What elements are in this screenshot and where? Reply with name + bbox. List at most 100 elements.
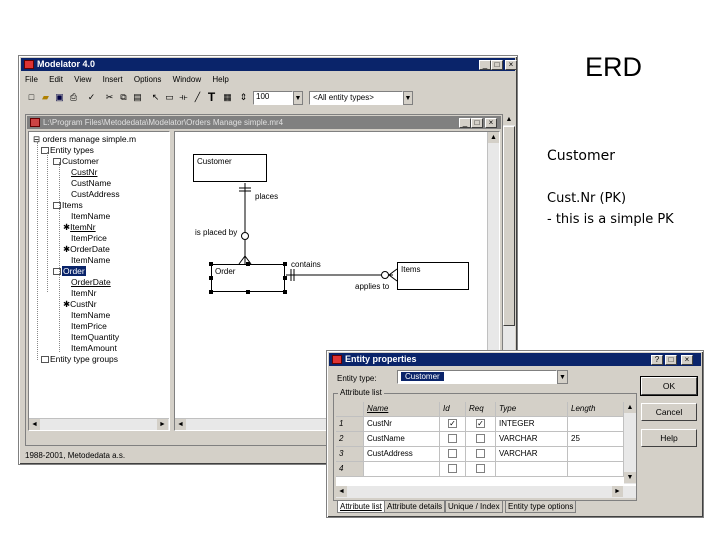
id-checkbox[interactable] [448,449,457,459]
attr-name-cell[interactable] [364,462,440,477]
attr-type-cell[interactable]: INTEGER [496,417,568,432]
entity-filter-select[interactable]: <All entity types> [309,91,403,105]
tree-root[interactable]: ⊟ orders manage simple.m [33,134,136,145]
selection-handle[interactable] [246,290,250,294]
copy-icon[interactable]: ⧉ [117,91,130,104]
grid-vscrollbar[interactable]: ▲ ▼ [624,402,636,484]
attr-req-cell[interactable] [466,432,496,447]
tree-attr[interactable]: ItemName [71,255,110,265]
id-checkbox[interactable] [448,464,457,474]
maximize-button[interactable]: □ [491,60,503,70]
tree-attr[interactable]: ItemName [71,211,110,221]
scroll-thumb[interactable] [503,126,515,326]
selection-handle[interactable] [209,276,213,280]
menu-window[interactable]: Window [173,75,201,84]
tree-attr[interactable]: ItemName [71,310,110,320]
attr-id-cell[interactable] [440,462,466,477]
req-checkbox[interactable] [476,449,485,459]
attr-name-cell[interactable]: CustAddress [364,447,440,462]
attr-name-cell[interactable]: CustName [364,432,440,447]
id-checkbox[interactable]: ✓ [448,419,457,429]
tab-entity-type-options[interactable]: Entity type options [505,501,577,513]
tree-attr[interactable]: ItemNr [71,288,97,298]
attr-length-cell[interactable] [568,462,624,477]
doc-minimize-button[interactable]: _ [459,118,471,128]
dialog-close-button[interactable]: × [681,355,693,365]
tree-attr[interactable]: ✱OrderDate [63,244,110,255]
tree-items[interactable]: Items [53,200,83,210]
tree-attr[interactable]: CustNr [71,167,97,177]
text-tool-icon[interactable]: T [205,91,218,104]
tree-attr[interactable]: ItemPrice [71,233,107,243]
col-header-length[interactable]: Length [568,402,624,417]
relationship-tool-icon[interactable]: ⟛ [177,91,190,104]
scroll-down-icon[interactable]: ▼ [624,472,636,483]
tree-attr[interactable]: CustName [71,178,111,188]
scroll-up-icon[interactable]: ▲ [488,132,499,143]
tree-attr[interactable]: ItemAmount [71,343,117,353]
entity-type-select[interactable]: Customer [397,370,557,384]
tree-groups[interactable]: Entity type groups [41,354,118,364]
ok-button[interactable]: OK [640,376,698,396]
scroll-right-icon[interactable]: ► [612,486,623,497]
tree-attr[interactable]: ✱ItemNr [63,222,96,233]
attr-length-cell[interactable]: 25 [568,432,624,447]
menu-edit[interactable]: Edit [49,75,63,84]
entity-tool-icon[interactable]: ▭ [163,91,176,104]
dialog-maximize-button[interactable]: □ [665,355,677,365]
menu-help[interactable]: Help [212,75,228,84]
image-tool-icon[interactable]: ▦ [221,91,234,104]
selection-handle[interactable] [209,290,213,294]
save-icon[interactable]: ▣ [53,91,66,104]
tree-hscrollbar[interactable]: ◄ ► [29,418,169,430]
doc-close-button[interactable]: × [485,118,497,128]
selection-handle[interactable] [283,262,287,266]
id-checkbox[interactable] [448,434,457,444]
selection-handle[interactable] [283,290,287,294]
line-tool-icon[interactable]: ╱ [191,91,204,104]
tree-entity-types[interactable]: Entity types [41,145,94,155]
tab-attribute-details[interactable]: Attribute details [384,501,446,513]
new-icon[interactable]: □ [25,91,38,104]
col-header-req[interactable]: Req [466,402,496,417]
cut-icon[interactable]: ✂ [103,91,116,104]
tree-attr[interactable]: ItemQuantity [71,332,119,342]
attr-req-cell[interactable] [466,447,496,462]
tree-attr[interactable]: ItemPrice [71,321,107,331]
minimize-button[interactable]: _ [479,60,491,70]
attr-id-cell[interactable] [440,447,466,462]
zoom-field[interactable]: 100 [253,91,293,105]
check-icon[interactable]: ✓ [85,91,98,104]
close-button[interactable]: × [505,60,517,70]
entity-filter-dropdown-icon[interactable]: ▼ [403,91,413,105]
cancel-button[interactable]: Cancel [641,403,697,421]
attr-length-cell[interactable] [568,447,624,462]
attr-id-cell[interactable]: ✓ [440,417,466,432]
req-checkbox[interactable] [476,434,485,444]
tree-order[interactable]: Order [53,266,86,276]
grid-hscrollbar[interactable]: ◄ ► [336,486,636,498]
attr-name-cell[interactable]: CustNr [364,417,440,432]
scroll-left-icon[interactable]: ◄ [175,419,186,430]
attr-type-cell[interactable]: VARCHAR [496,432,568,447]
attr-id-cell[interactable] [440,432,466,447]
menu-file[interactable]: File [25,75,38,84]
tab-attribute-list[interactable]: Attribute list [337,501,385,513]
open-icon[interactable]: ▰ [39,91,52,104]
selection-handle[interactable] [283,276,287,280]
selection-handle[interactable] [246,262,250,266]
scroll-left-icon[interactable]: ◄ [29,419,40,430]
col-header-name[interactable]: Name [364,402,440,417]
tab-unique-index[interactable]: Unique / Index [445,501,503,513]
menu-options[interactable]: Options [134,75,162,84]
print-icon[interactable]: ⎙ [67,91,80,104]
menu-insert[interactable]: Insert [103,75,123,84]
attr-type-cell[interactable] [496,462,568,477]
req-checkbox[interactable] [476,464,485,474]
scroll-left-icon[interactable]: ◄ [336,486,347,497]
entity-type-dropdown-icon[interactable]: ▼ [557,370,568,384]
scroll-up-icon[interactable]: ▲ [503,114,515,125]
selection-handle[interactable] [209,262,213,266]
help-button[interactable]: Help [641,429,697,447]
col-header-type[interactable]: Type [496,402,568,417]
